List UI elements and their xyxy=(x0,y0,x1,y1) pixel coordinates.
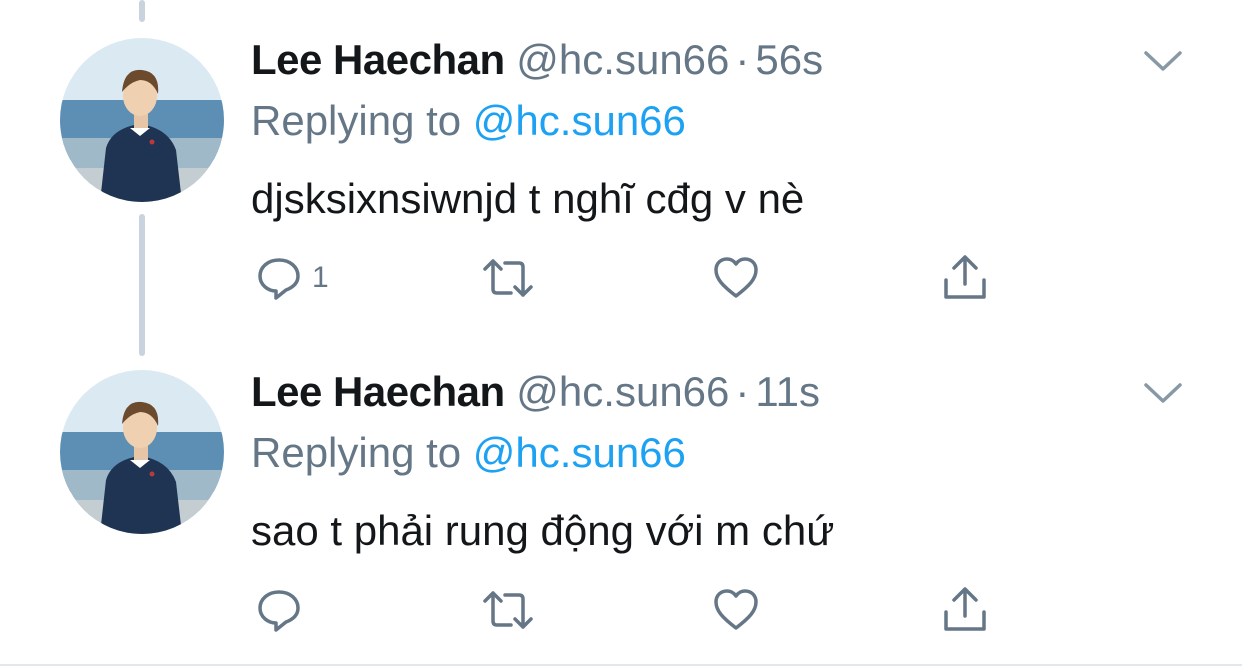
chevron-down-icon[interactable] xyxy=(1140,377,1186,407)
display-name[interactable]: Lee Haechan xyxy=(251,36,505,83)
replying-to-label: Replying to xyxy=(251,97,473,144)
replying-to: Replying to @hc.sun66 xyxy=(251,428,686,478)
avatar-image xyxy=(60,38,224,202)
replying-to: Replying to @hc.sun66 xyxy=(251,96,686,146)
tweet-text: sao t phải rung động với m chứ xyxy=(251,507,835,554)
reply-icon xyxy=(258,258,300,300)
username[interactable]: @hc.sun66 xyxy=(516,36,729,83)
reply-button[interactable]: 1 xyxy=(256,253,329,303)
like-button[interactable] xyxy=(713,585,769,635)
heart-icon xyxy=(714,589,758,630)
username[interactable]: @hc.sun66 xyxy=(516,368,729,415)
display-name[interactable]: Lee Haechan xyxy=(251,368,505,415)
tweet-header: Lee Haechan @hc.sun66 · 11s xyxy=(251,367,820,417)
tweet[interactable]: Lee Haechan @hc.sun66 · 11s Replying to @h… xyxy=(0,332,1242,662)
separator-dot: · xyxy=(735,368,750,415)
share-button[interactable] xyxy=(940,253,990,303)
avatar-image xyxy=(60,370,224,534)
reply-button[interactable] xyxy=(256,585,312,635)
replying-to-label: Replying to xyxy=(251,429,473,476)
retweet-button[interactable] xyxy=(481,585,545,635)
share-icon xyxy=(944,255,986,299)
divider xyxy=(0,664,1242,666)
share-button[interactable] xyxy=(940,585,990,635)
separator-dot: · xyxy=(735,36,750,83)
replying-to-user-link[interactable]: @hc.sun66 xyxy=(473,429,686,476)
heart-icon xyxy=(714,257,758,298)
tweet[interactable]: Lee Haechan @hc.sun66 · 56s Replying to @h… xyxy=(0,0,1242,330)
avatar[interactable] xyxy=(60,370,224,534)
share-icon xyxy=(944,587,986,631)
timestamp[interactable]: 56s xyxy=(755,36,823,83)
avatar[interactable] xyxy=(60,38,224,202)
like-button[interactable] xyxy=(713,253,769,303)
tweet-text: djsksixnsiwnjd t nghĩ cđg v nè xyxy=(251,175,805,222)
retweet-button[interactable] xyxy=(481,253,545,303)
retweet-icon xyxy=(483,259,533,297)
reply-count: 1 xyxy=(312,261,329,294)
retweet-icon xyxy=(483,591,533,629)
timestamp[interactable]: 11s xyxy=(755,368,820,415)
reply-icon xyxy=(258,590,300,632)
tweet-header: Lee Haechan @hc.sun66 · 56s xyxy=(251,35,823,85)
replying-to-user-link[interactable]: @hc.sun66 xyxy=(473,97,686,144)
chevron-down-icon[interactable] xyxy=(1140,45,1186,75)
